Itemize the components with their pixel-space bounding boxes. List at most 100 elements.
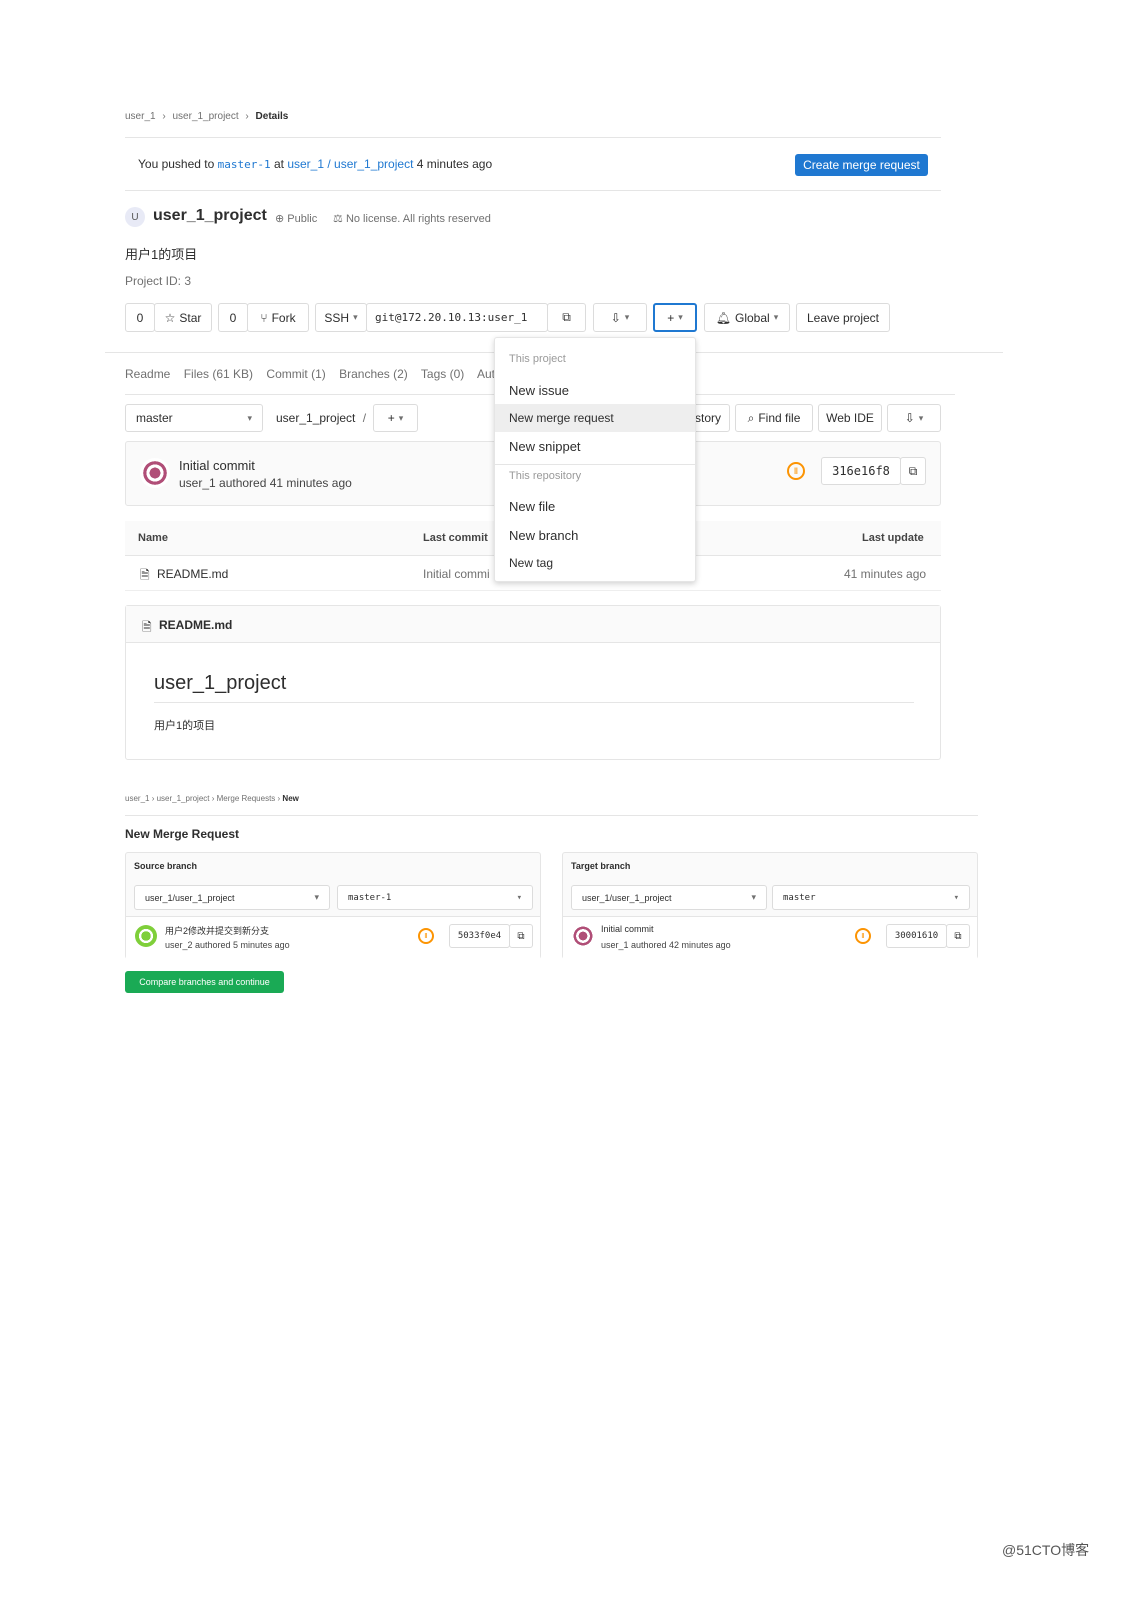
star-icon: ☆ [164,310,176,325]
target-commit-sha[interactable]: 30001610 [886,924,947,948]
source-commit-title[interactable]: 用户2修改并提交到新分支 [165,924,269,937]
copy-icon: ⧉ [908,463,918,478]
commit-meta: user_1 authored 41 minutes ago [179,476,352,490]
copy-sha-button[interactable]: ⧉ [509,924,533,948]
path-project-link[interactable]: user_1_project [276,411,355,425]
breadcrumb-project[interactable]: user_1_project [172,111,238,122]
commit-sha[interactable]: 316e16f8 [821,457,901,485]
breadcrumb-current: Details [255,111,289,122]
fork-button[interactable]: ⑂ Fork [247,303,309,332]
bell-icon: 🔔︎ [715,310,731,325]
identicon-avatar [571,924,595,948]
scale-icon: ⚖ [333,213,343,225]
target-project-select[interactable]: user_1/user_1_project ▾ [571,885,767,910]
repo-download-dropdown[interactable]: ⇩ ▾ [887,404,941,432]
globe-icon: ⊕ [275,213,285,225]
search-icon: ⌕ [747,410,755,425]
project-id: Project ID: 3 [125,274,192,288]
source-branch-select[interactable]: master-1 ▾ [337,885,533,910]
new-branch-item[interactable]: New branch [509,528,578,543]
tab-readme[interactable]: Readme [125,367,170,381]
target-commit-title[interactable]: Initial commit [601,924,654,934]
tab-commits[interactable]: Commit (1) [266,367,325,381]
download-dropdown[interactable]: ⇩ ▾ [593,303,647,332]
copy-icon: ⧉ [954,930,962,942]
new-issue-item[interactable]: New issue [509,383,569,398]
mr-breadcrumb: user_1 › user_1_project › Merge Requests… [125,794,299,803]
source-commit-meta: user_2 authored 5 minutes ago [165,940,290,950]
identicon-avatar [135,925,157,947]
breadcrumb-user[interactable]: user_1 [125,111,156,122]
target-branch-panel: Target branch user_1/user_1_project ▾ mas… [562,852,978,960]
star-button[interactable]: ☆ Star [154,303,212,332]
col-name: Name [138,532,168,544]
create-merge-request-button[interactable]: Create merge request [795,154,928,176]
visibility-badge: ⊕ Public [275,213,318,225]
breadcrumb: user_1 › user_1_project › Details [125,111,289,122]
project-title: user_1_project [153,207,267,224]
notification-dropdown[interactable]: 🔔︎ Global ▾ [704,303,790,332]
stats-tabs: Readme Files (61 KB) Commit (1) Branches… [125,367,495,381]
pipeline-status-icon[interactable]: Ⅱ [418,928,434,944]
dropdown-header-project: This project [509,353,566,365]
star-count[interactable]: 0 [125,303,155,332]
source-branch-label: Source branch [134,861,198,871]
pipeline-status-icon[interactable]: Ⅱ [787,462,805,480]
target-branch-select[interactable]: master ▾ [772,885,970,910]
readme-panel: 🗎︎ README.md user_1_project 用户1的项目 [125,605,941,760]
tab-auto[interactable]: Aut [477,367,495,381]
fork-icon: ⑂ [260,310,268,325]
plus-icon: + [387,411,395,425]
clone-protocol-dropdown[interactable]: SSH ▾ [315,303,367,332]
file-icon: 🗎︎ [140,568,150,582]
clone-url-input[interactable]: git@172.20.10.13:user_1 [366,303,548,332]
commit-title[interactable]: Initial commit [179,458,255,473]
repo-path: user_1_project / [276,411,367,425]
add-dropdown-button[interactable]: + ▾ [653,303,697,332]
find-file-button[interactable]: ⌕ Find file [735,404,813,432]
compare-branches-button[interactable]: Compare branches and continue [125,971,284,993]
file-commit-link[interactable]: Initial commi [423,567,490,581]
pushed-project-link[interactable]: user_1 / user_1_project [287,157,413,171]
source-project-select[interactable]: user_1/user_1_project ▾ [134,885,330,910]
download-icon: ⇩ [904,411,915,425]
project-avatar: U [125,207,145,227]
source-branch-panel: Source branch user_1/user_1_project ▾ mas… [125,852,541,960]
readme-body: 用户1的项目 [154,720,216,732]
new-tag-item[interactable]: New tag [509,556,553,570]
push-banner: You pushed to master-1 at user_1 / user_… [138,157,493,171]
leave-project-button[interactable]: Leave project [796,303,890,332]
fork-count[interactable]: 0 [218,303,248,332]
col-last-commit: Last commit [423,532,488,544]
readme-filename[interactable]: README.md [159,618,232,632]
tab-files[interactable]: Files (61 KB) [184,367,253,381]
mr-title: New Merge Request [125,827,240,841]
source-commit-sha[interactable]: 5033f0e4 [449,924,510,948]
pushed-branch-link[interactable]: master-1 [218,158,271,171]
col-last-update: Last update [862,532,924,544]
tab-tags[interactable]: Tags (0) [421,367,464,381]
pipeline-status-icon[interactable]: Ⅱ [855,928,871,944]
file-name-link[interactable]: README.md [157,567,228,581]
branch-select[interactable]: master ▾ [125,404,263,432]
dropdown-header-repository: This repository [509,470,582,482]
new-file-item[interactable]: New file [509,499,555,514]
download-icon: ⇩ [610,310,621,325]
project-description: 用户1的项目 [125,247,198,262]
new-merge-request-item[interactable]: New merge request [495,404,695,432]
file-icon: 🗎︎ [142,620,152,634]
identicon-avatar [140,458,170,488]
watermark: @51CTO博客 [1002,1542,1090,1558]
readme-heading: user_1_project [154,672,287,694]
add-dropdown-menu: This project New issue New merge request… [494,337,696,582]
plus-icon: + [667,310,675,325]
tab-branches[interactable]: Branches (2) [339,367,408,381]
target-commit-meta: user_1 authored 42 minutes ago [601,940,731,950]
path-add-button[interactable]: + ▾ [373,404,418,432]
copy-url-button[interactable]: ⧉ [547,303,586,332]
new-snippet-item[interactable]: New snippet [509,439,581,454]
web-ide-button[interactable]: Web IDE [818,404,882,432]
copy-icon: ⧉ [517,930,525,942]
copy-sha-button[interactable]: ⧉ [946,924,970,948]
copy-sha-button[interactable]: ⧉ [900,457,926,485]
